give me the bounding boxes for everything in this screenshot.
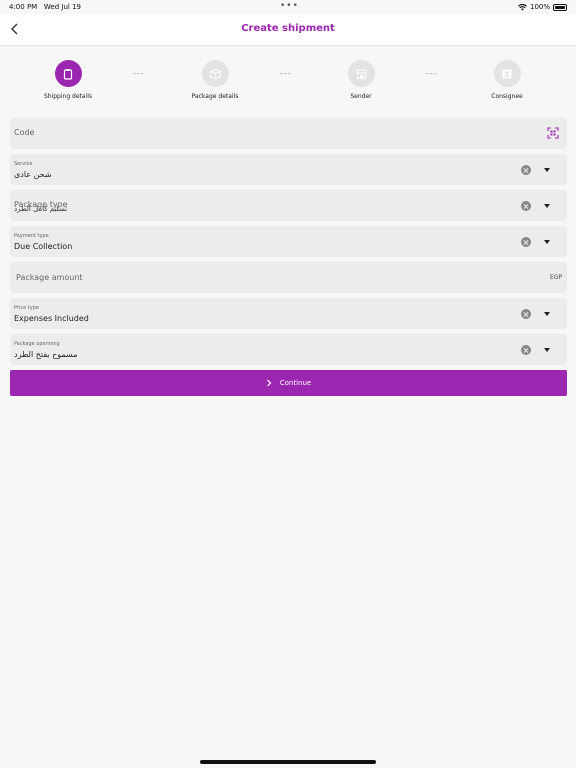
step-label: Consignee bbox=[491, 93, 523, 100]
step-circle bbox=[201, 60, 229, 87]
clear-icon[interactable] bbox=[521, 201, 531, 211]
step-sender[interactable]: Sender bbox=[316, 60, 406, 100]
battery-icon bbox=[553, 3, 567, 11]
step-separator: --- bbox=[426, 69, 438, 78]
step-shipping-details[interactable]: Shipping details bbox=[23, 60, 113, 100]
payment-type-select[interactable]: Payment type Due Collection bbox=[10, 226, 567, 257]
package-opening-value: مسموح بفتح الطرد bbox=[14, 350, 78, 359]
step-separator: --- bbox=[133, 69, 145, 78]
chevron-down-icon[interactable] bbox=[544, 204, 550, 208]
price-type-select[interactable]: Price type Expenses Included bbox=[10, 298, 567, 329]
status-date: Wed Jul 19 bbox=[43, 3, 81, 11]
code-input[interactable]: Code bbox=[10, 118, 567, 149]
step-circle bbox=[54, 60, 82, 87]
price-type-label: Price type bbox=[14, 305, 39, 311]
step-label: Sender bbox=[350, 93, 372, 100]
service-value: شحن عادى bbox=[14, 170, 52, 179]
status-time: 4:00 PM Wed Jul 19 bbox=[9, 3, 81, 11]
page-title: Create shipment bbox=[241, 23, 335, 34]
package-type-select[interactable]: Package type تسليم كامل الطرد bbox=[10, 190, 567, 221]
clipboard-icon bbox=[63, 68, 73, 80]
step-circle bbox=[347, 60, 375, 87]
package-opening-select[interactable]: Package openning مسموح بفتح الطرد bbox=[10, 334, 567, 365]
package-amount-input[interactable]: Package amount EGP bbox=[10, 262, 567, 293]
clear-icon[interactable] bbox=[521, 309, 531, 319]
package-opening-label: Package openning bbox=[14, 341, 60, 347]
chevron-down-icon[interactable] bbox=[544, 240, 550, 244]
qr-scan-icon[interactable] bbox=[547, 127, 559, 139]
service-select[interactable]: Service شحن عادى bbox=[10, 154, 567, 185]
status-bar: 4:00 PM Wed Jul 19 ••• 100% bbox=[0, 0, 576, 14]
step-separator: --- bbox=[280, 69, 292, 78]
continue-button[interactable]: Continue bbox=[10, 370, 567, 396]
progress-stepper: Shipping details --- Package details ---… bbox=[0, 60, 576, 104]
step-consignee[interactable]: Consignee bbox=[462, 60, 552, 100]
nav-bar: Create shipment bbox=[0, 14, 576, 46]
wifi-icon bbox=[518, 3, 527, 11]
payment-type-label: Payment type bbox=[14, 233, 49, 239]
clear-icon[interactable] bbox=[521, 165, 531, 175]
continue-label: Continue bbox=[279, 379, 312, 387]
user-badge-icon bbox=[502, 69, 512, 78]
clear-icon[interactable] bbox=[521, 345, 531, 355]
store-icon bbox=[356, 69, 366, 79]
service-label: Service bbox=[14, 161, 33, 167]
clear-icon[interactable] bbox=[521, 237, 531, 247]
code-placeholder: Code bbox=[14, 128, 35, 137]
status-right: 100% bbox=[518, 3, 567, 11]
chevron-down-icon[interactable] bbox=[544, 168, 550, 172]
step-label: Package details bbox=[191, 93, 239, 100]
package-amount-placeholder: Package amount bbox=[16, 273, 83, 282]
chevron-right-icon bbox=[266, 379, 272, 387]
package-type-value: تسليم كامل الطرد bbox=[14, 205, 68, 213]
step-label: Shipping details bbox=[43, 93, 93, 100]
box-icon bbox=[209, 68, 221, 80]
home-indicator[interactable] bbox=[200, 760, 376, 764]
multitask-dots[interactable]: ••• bbox=[280, 1, 299, 11]
battery-percent: 100% bbox=[529, 3, 550, 11]
step-circle bbox=[493, 60, 521, 87]
chevron-down-icon[interactable] bbox=[544, 348, 550, 352]
price-type-value: Expenses Included bbox=[14, 314, 89, 323]
chevron-down-icon[interactable] bbox=[544, 312, 550, 316]
currency-suffix: EGP bbox=[549, 274, 562, 281]
payment-type-value: Due Collection bbox=[14, 242, 73, 251]
step-package-details[interactable]: Package details bbox=[170, 60, 260, 100]
